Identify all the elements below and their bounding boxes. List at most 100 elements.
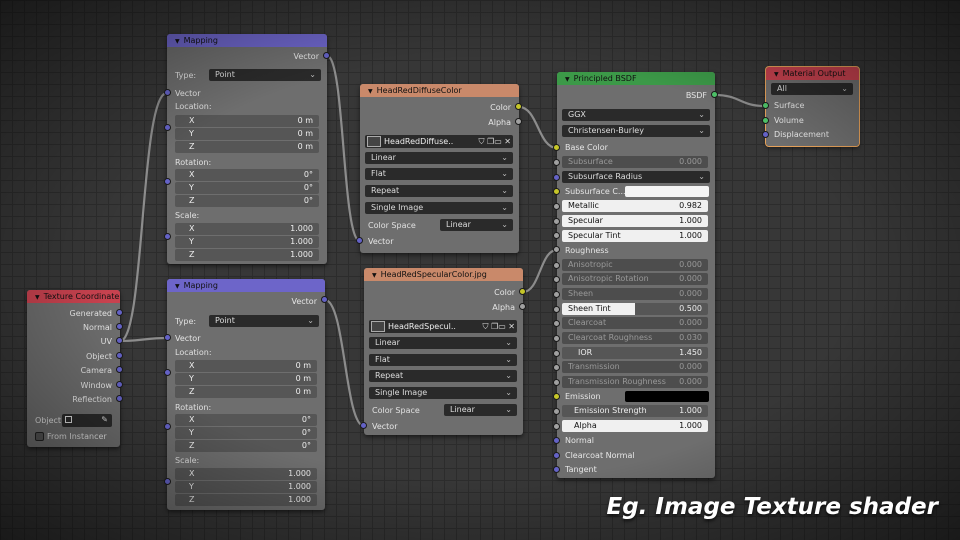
socket-mapping1-vector-in[interactable] [164,89,171,96]
distribution-dropdown[interactable]: GGX ⌄ [562,109,710,121]
location-y-field[interactable]: Y0 m [175,373,317,385]
image-texture-node-1[interactable]: ▼ HeadRedDiffuseColor Color Alpha HeadRed… [360,84,519,253]
material-output-node[interactable]: ▼ Material Output All ⌄ Surface Volume Dis… [765,66,860,147]
collapse-arrow-icon[interactable]: ▼ [372,272,377,279]
collapse-arrow-icon[interactable]: ▼ [35,294,40,301]
scale-x-field[interactable]: X 1.000 [175,468,317,480]
socket-clearcoat-roughness-in[interactable] [553,335,560,342]
node-header[interactable]: ▼ Material Output [766,67,859,80]
subsurface-method-dropdown[interactable]: Christensen-Burley ⌄ [562,125,710,137]
socket-window-out[interactable] [116,381,123,388]
projection-dropdown[interactable]: Flat ⌄ [365,168,513,180]
anisotropic-field[interactable]: Anisotropic 0.000 [562,259,708,271]
socket-image1-color-out[interactable] [515,103,522,110]
socket-normal-out[interactable] [116,323,123,330]
source-dropdown[interactable]: Single Image ⌄ [369,387,517,399]
image-thumbnail-icon[interactable] [367,136,381,147]
socket-tangent-in[interactable] [553,466,560,473]
socket-base-color-in[interactable] [553,144,560,151]
anisotropic-rotation-field[interactable]: Anisotropic Rotation 0.000 [562,273,708,285]
socket-transmission-in[interactable] [553,364,560,371]
principled-bsdf-node[interactable]: ▼ Principled BSDF BSDF GGX ⌄ Christensen-B… [557,72,715,478]
socket-subsurface-radius-in[interactable] [553,174,560,181]
scale-z-field[interactable]: Z 1.000 [175,494,317,506]
socket-subsurface-in[interactable] [553,159,560,166]
socket-image1-vector-in[interactable] [356,237,363,244]
socket-normal-in[interactable] [553,437,560,444]
subsurface-field[interactable]: Subsurface 0.000 [562,156,708,168]
alpha-field[interactable]: Alpha 1.000 [562,420,708,432]
extension-dropdown[interactable]: Repeat ⌄ [369,370,517,382]
ior-field[interactable]: IOR 1.450 [562,347,708,359]
scale-y-field[interactable]: Y 1.000 [175,236,319,248]
clearcoat-roughness-field[interactable]: Clearcoat Roughness 0.030 [562,332,708,344]
type-dropdown[interactable]: Point ⌄ [209,315,319,327]
scale-z-field[interactable]: Z 1.000 [175,249,319,261]
transmission-field[interactable]: Transmission 0.000 [562,361,708,373]
node-header[interactable]: ▼ Mapping [167,34,327,47]
image-thumbnail-icon[interactable] [371,321,385,332]
source-dropdown[interactable]: Single Image ⌄ [365,202,513,214]
collapse-arrow-icon[interactable]: ▼ [565,76,570,83]
socket-image2-color-out[interactable] [519,288,526,295]
socket-roughness-in[interactable] [553,246,560,253]
socket-specular-tint-in[interactable] [553,232,560,239]
image-actions[interactable]: ⛉ ❐▭ ✕ [478,136,511,147]
socket-mapping2-location-in[interactable] [164,369,171,376]
subsurface-color-swatch[interactable] [625,186,709,197]
interpolation-dropdown[interactable]: Linear ⌄ [369,337,517,349]
from-instancer-checkbox[interactable] [35,432,44,441]
color-space-dropdown[interactable]: Linear ⌄ [440,219,513,231]
socket-alpha-in[interactable] [553,423,560,430]
socket-anisotropic-rotation-in[interactable] [553,276,560,283]
node-header[interactable]: ▼ HeadRedDiffuseColor [360,84,519,97]
scale-y-field[interactable]: Y 1.000 [175,481,317,493]
interpolation-dropdown[interactable]: Linear ⌄ [365,152,513,164]
socket-mapping2-vector-out[interactable] [321,296,328,303]
mapping-node-2[interactable]: ▼ Mapping Vector Type: Point ⌄ Vector Loca… [167,279,325,510]
collapse-arrow-icon[interactable]: ▼ [175,283,180,290]
socket-sheen-tint-in[interactable] [553,306,560,313]
socket-mapping2-vector-in[interactable] [164,334,171,341]
socket-displacement-in[interactable] [762,131,769,138]
rotation-x-field[interactable]: X 0° [175,414,317,426]
type-dropdown[interactable]: Point ⌄ [209,69,321,81]
projection-dropdown[interactable]: Flat ⌄ [369,354,517,366]
specular-tint-field[interactable]: Specular Tint 1.000 [562,230,708,242]
transmission-roughness-field[interactable]: Transmission Roughness 0.000 [562,376,708,388]
image-selector[interactable]: HeadRedSpecul.. ⛉ ❐▭ ✕ [369,320,517,333]
image-selector[interactable]: HeadRedDiffuse.. ⛉ ❐▭ ✕ [365,135,513,148]
socket-subsurface-color-in[interactable] [553,188,560,195]
location-z-field[interactable]: Z0 m [175,141,319,153]
target-dropdown[interactable]: All ⌄ [771,83,853,95]
socket-uv-out[interactable] [116,337,123,344]
rotation-x-field[interactable]: X 0° [175,169,319,181]
location-z-field[interactable]: Z0 m [175,386,317,398]
socket-sheen-in[interactable] [553,291,560,298]
socket-anisotropic-in[interactable] [553,262,560,269]
socket-camera-out[interactable] [116,366,123,373]
node-header[interactable]: ▼ Texture Coordinate [27,290,120,303]
metallic-field[interactable]: Metallic 0.982 [562,200,708,212]
rotation-y-field[interactable]: Y 0° [175,427,317,439]
sheen-tint-field[interactable]: Sheen Tint 0.500 [562,303,708,315]
node-header[interactable]: ▼ Mapping [167,279,325,292]
rotation-z-field[interactable]: Z 0° [175,195,319,207]
eyedropper-icon[interactable]: ✎ [101,414,108,426]
collapse-arrow-icon[interactable]: ▼ [175,38,180,45]
node-editor[interactable]: ▼ Texture Coordinate Generated Normal UV … [0,0,960,540]
socket-image2-vector-in[interactable] [360,422,367,429]
socket-mapping1-rotation-in[interactable] [164,178,171,185]
socket-ior-in[interactable] [553,350,560,357]
location-y-field[interactable]: Y0 m [175,128,319,140]
emission-color-swatch[interactable] [625,391,709,402]
sheen-field[interactable]: Sheen 0.000 [562,288,708,300]
rotation-y-field[interactable]: Y 0° [175,182,319,194]
socket-metallic-in[interactable] [553,203,560,210]
subsurface-radius-dropdown[interactable]: Subsurface Radius ⌄ [562,171,710,183]
collapse-arrow-icon[interactable]: ▼ [368,88,373,95]
image-texture-node-2[interactable]: ▼ HeadRedSpecularColor.jpg Color Alpha He… [364,268,523,435]
socket-clearcoat-in[interactable] [553,320,560,327]
socket-mapping2-rotation-in[interactable] [164,423,171,430]
location-x-field[interactable]: X0 m [175,360,317,372]
